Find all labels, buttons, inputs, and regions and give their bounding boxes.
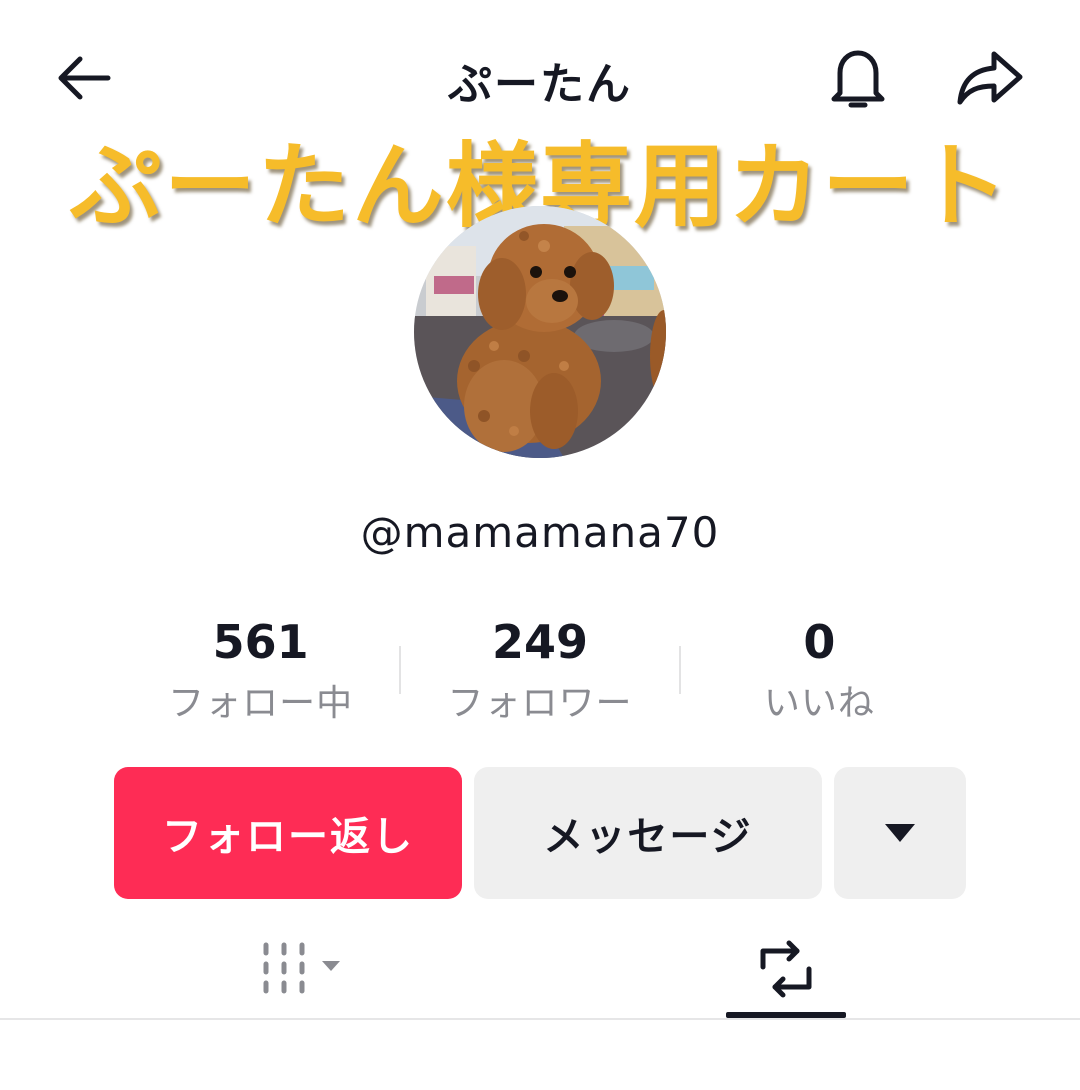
dropdown-triangle-icon: [885, 824, 915, 842]
tab-divider: [0, 1018, 1080, 1020]
followers-label: フォロワー: [447, 683, 633, 724]
repost-icon: [760, 940, 812, 998]
share-icon: [957, 51, 1023, 105]
avatar[interactable]: [414, 206, 666, 458]
share-button[interactable]: [950, 38, 1030, 118]
videos-grid-icon: [263, 942, 340, 994]
following-stat[interactable]: 561 フォロー中: [122, 612, 399, 732]
notification-bell-button[interactable]: [818, 38, 898, 118]
profile-stats: 561 フォロー中 249 フォロワー 0 いいね: [122, 612, 958, 732]
likes-stat[interactable]: 0 いいね: [681, 612, 958, 732]
page-title: ぷーたん: [448, 59, 632, 110]
likes-label: いいね: [763, 683, 875, 724]
followers-count: 249: [492, 615, 589, 669]
profile-page: ぷーたん ぷーたん様専用カート @mamamana70 561 フォロー中 24…: [0, 0, 1080, 1090]
message-button[interactable]: メッセージ: [474, 767, 822, 899]
poodle-avatar-image: [414, 206, 666, 458]
more-options-button[interactable]: [834, 767, 966, 899]
tab-reposts[interactable]: [726, 924, 846, 1014]
likes-count: 0: [803, 615, 836, 669]
following-label: フォロー中: [168, 683, 354, 724]
follow-back-button[interactable]: フォロー返し: [114, 767, 462, 899]
username: @mamamana70: [360, 508, 720, 557]
bell-icon: [831, 50, 885, 108]
tab-videos[interactable]: [240, 924, 370, 1014]
followers-stat[interactable]: 249 フォロワー: [401, 612, 678, 732]
following-count: 561: [212, 615, 309, 669]
